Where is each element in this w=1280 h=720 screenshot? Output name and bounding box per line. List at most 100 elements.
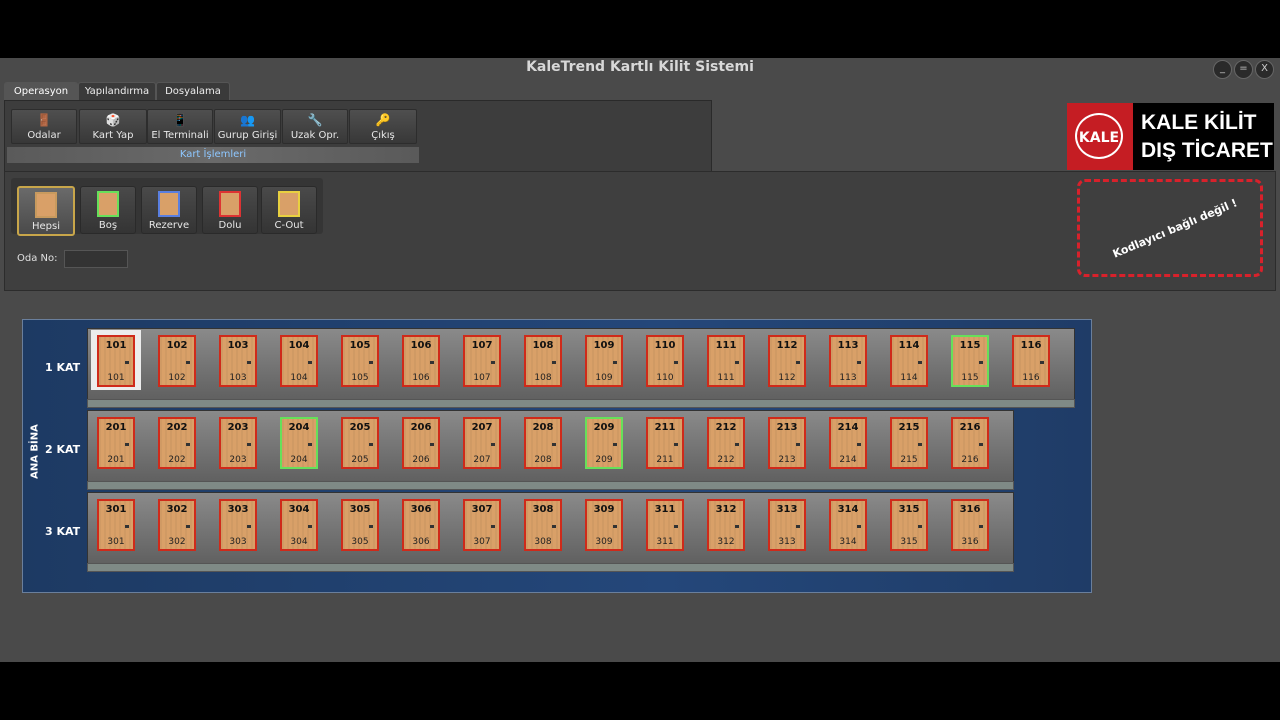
- filter-hepsi[interactable]: Hepsi: [17, 186, 75, 236]
- door-icon: 211 211: [646, 417, 684, 469]
- terminal-icon: 📱: [172, 113, 188, 127]
- tab-operasyon[interactable]: Operasyon: [4, 82, 78, 102]
- door-icon: 304 304: [280, 499, 318, 551]
- room-316[interactable]: 316 316: [945, 494, 995, 554]
- maximize-button[interactable]: =: [1234, 60, 1253, 79]
- room-314[interactable]: 314 314: [823, 494, 873, 554]
- room-106[interactable]: 106 106: [396, 330, 446, 390]
- room-213[interactable]: 213 213: [762, 412, 812, 472]
- room-204[interactable]: 204 204: [274, 412, 324, 472]
- room-216[interactable]: 216 216: [945, 412, 995, 472]
- room-108[interactable]: 108 108: [518, 330, 568, 390]
- room-208[interactable]: 208 208: [518, 412, 568, 472]
- door-icon: 104 104: [280, 335, 318, 387]
- room-311[interactable]: 311 311: [640, 494, 690, 554]
- room-number: 103: [227, 340, 249, 351]
- room-307[interactable]: 307 307: [457, 494, 507, 554]
- logo-line-2: DIŞ TİCARET: [1141, 139, 1273, 162]
- uzak-opr-button[interactable]: 🔧 Uzak Opr.: [282, 109, 348, 144]
- room-313[interactable]: 313 313: [762, 494, 812, 554]
- room-105[interactable]: 105 105: [335, 330, 385, 390]
- room-104[interactable]: 104 104: [274, 330, 324, 390]
- room-number-small: 101: [107, 373, 125, 383]
- door-icon: 107 107: [463, 335, 501, 387]
- door-icon: 313 313: [768, 499, 806, 551]
- room-303[interactable]: 303 303: [213, 494, 263, 554]
- room-315[interactable]: 315 315: [884, 494, 934, 554]
- cikis-button[interactable]: 🔑 Çıkış: [349, 109, 417, 144]
- el-terminali-button[interactable]: 📱 El Terminali: [147, 109, 213, 144]
- close-button[interactable]: X: [1255, 60, 1274, 79]
- room-201[interactable]: 201 201: [91, 412, 141, 472]
- door-icon: 209 209: [585, 417, 623, 469]
- kart-yap-button[interactable]: 🎲 Kart Yap: [79, 109, 147, 144]
- room-312[interactable]: 312 312: [701, 494, 751, 554]
- filter-c-out[interactable]: C-Out: [261, 186, 317, 234]
- filter-rezerve[interactable]: Rezerve: [141, 186, 197, 234]
- room-301[interactable]: 301 301: [91, 494, 141, 554]
- key-icon: 🔑: [375, 113, 391, 127]
- room-203[interactable]: 203 203: [213, 412, 263, 472]
- door-knob: [369, 361, 373, 364]
- room-number-small: 314: [839, 537, 857, 547]
- room-113[interactable]: 113 113: [823, 330, 873, 390]
- door-icon: 🚪: [36, 113, 52, 127]
- door-knob: [491, 443, 495, 446]
- room-110[interactable]: 110 110: [640, 330, 690, 390]
- door-knob: [552, 361, 556, 364]
- filter-bos[interactable]: Boş: [80, 186, 136, 234]
- room-number-small: 312: [717, 537, 735, 547]
- room-116[interactable]: 116 116: [1006, 330, 1056, 390]
- room-109[interactable]: 109 109: [579, 330, 629, 390]
- room-111[interactable]: 111 111: [701, 330, 751, 390]
- room-211[interactable]: 211 211: [640, 412, 690, 472]
- room-207[interactable]: 207 207: [457, 412, 507, 472]
- door-knob: [186, 525, 190, 528]
- room-302[interactable]: 302 302: [152, 494, 202, 554]
- door-knob: [308, 525, 312, 528]
- room-number: 312: [715, 504, 737, 515]
- odalar-button[interactable]: 🚪 Odalar: [11, 109, 77, 144]
- door-icon: 105 105: [341, 335, 379, 387]
- room-107[interactable]: 107 107: [457, 330, 507, 390]
- room-308[interactable]: 308 308: [518, 494, 568, 554]
- room-103[interactable]: 103 103: [213, 330, 263, 390]
- minimize-button[interactable]: _: [1213, 60, 1232, 79]
- room-number: 108: [532, 340, 554, 351]
- tab-dosyalama[interactable]: Dosyalama: [156, 82, 230, 101]
- door-knob: [491, 525, 495, 528]
- room-number: 209: [593, 422, 615, 433]
- door-knob: [247, 525, 251, 528]
- tab-yapilandirma[interactable]: Yapılandırma: [78, 82, 156, 101]
- door-knob: [491, 361, 495, 364]
- floor-label: 3 KAT: [45, 525, 81, 538]
- room-209[interactable]: 209 209: [579, 412, 629, 472]
- room-304[interactable]: 304 304: [274, 494, 324, 554]
- room-205[interactable]: 205 205: [335, 412, 385, 472]
- building-name: ANA BİNA: [29, 424, 41, 479]
- room-114[interactable]: 114 114: [884, 330, 934, 390]
- room-202[interactable]: 202 202: [152, 412, 202, 472]
- room-309[interactable]: 309 309: [579, 494, 629, 554]
- room-305[interactable]: 305 305: [335, 494, 385, 554]
- oda-no-input[interactable]: [64, 250, 128, 268]
- door-knob: [125, 443, 129, 446]
- room-215[interactable]: 215 215: [884, 412, 934, 472]
- filter-dolu[interactable]: Dolu: [202, 186, 258, 234]
- room-112[interactable]: 112 112: [762, 330, 812, 390]
- door-knob: [857, 525, 861, 528]
- door-icon: 212 212: [707, 417, 745, 469]
- room-number: 302: [166, 504, 188, 515]
- door-knob: [308, 361, 312, 364]
- room-number-small: 204: [290, 455, 308, 465]
- room-306[interactable]: 306 306: [396, 494, 446, 554]
- room-212[interactable]: 212 212: [701, 412, 751, 472]
- room-214[interactable]: 214 214: [823, 412, 873, 472]
- room-206[interactable]: 206 206: [396, 412, 446, 472]
- gurup-girisi-button[interactable]: 👥 Gurup Girişi: [214, 109, 281, 144]
- room-101[interactable]: 101 101: [91, 330, 141, 390]
- room-115[interactable]: 115 115: [945, 330, 995, 390]
- room-number-small: 116: [1022, 373, 1040, 383]
- room-102[interactable]: 102 102: [152, 330, 202, 390]
- room-number-small: 102: [168, 373, 186, 383]
